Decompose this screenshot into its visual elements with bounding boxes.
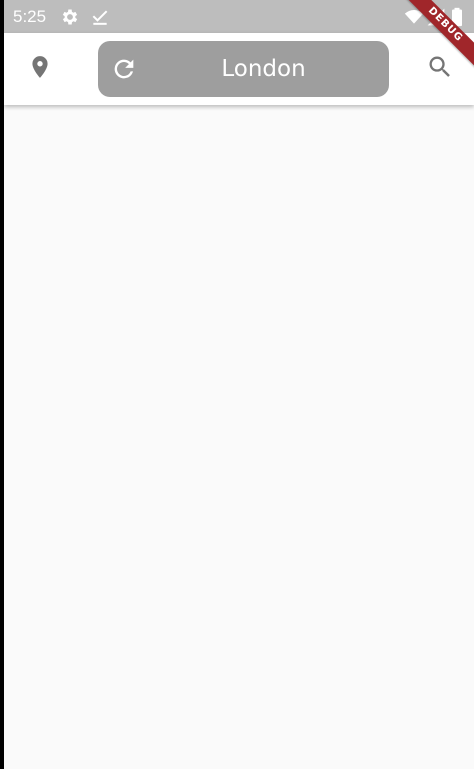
status-bar: 5:25 xyxy=(4,0,474,33)
location-pin-icon xyxy=(27,52,53,87)
main-content xyxy=(4,105,474,769)
search-icon xyxy=(426,53,454,86)
signal-icon xyxy=(426,7,446,27)
app-bar: London xyxy=(4,33,474,105)
current-location-pill[interactable]: London xyxy=(98,41,389,97)
city-name: London xyxy=(221,56,306,82)
search-button[interactable] xyxy=(420,49,460,89)
refresh-icon[interactable] xyxy=(110,55,138,83)
status-time: 5:25 xyxy=(13,7,47,26)
download-done-icon xyxy=(90,7,110,27)
battery-icon xyxy=(450,7,464,27)
location-button[interactable] xyxy=(20,49,60,89)
app-screen: 5:25 London DEBUG xyxy=(4,0,474,769)
wifi-icon xyxy=(404,7,424,27)
gear-icon xyxy=(60,7,80,27)
